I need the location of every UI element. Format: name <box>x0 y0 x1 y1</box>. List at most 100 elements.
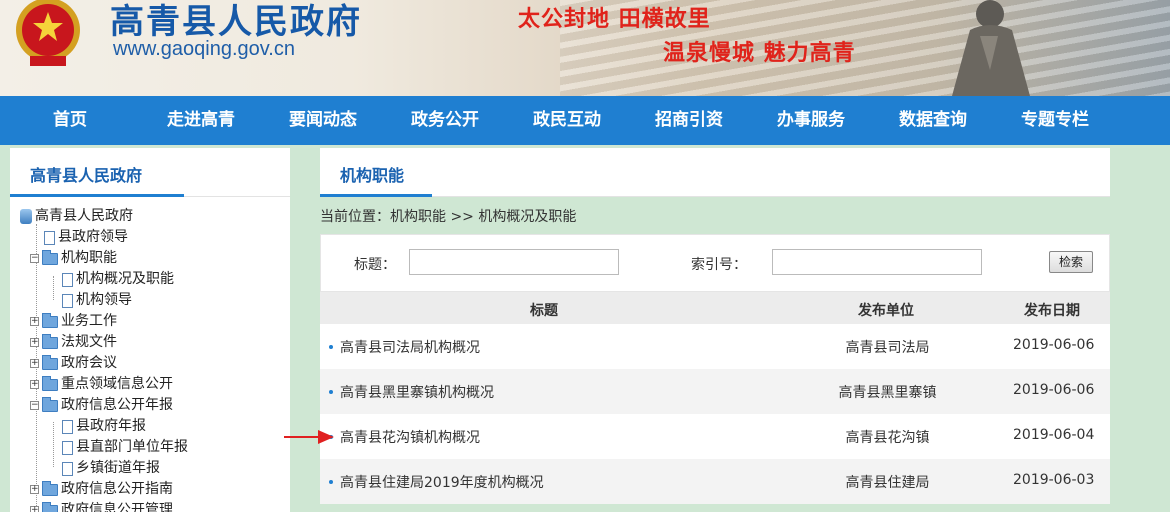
row-title-link[interactable]: 高青县司法局机构概况 <box>340 337 480 357</box>
tree-node-label: 法规文件 <box>61 334 117 350</box>
document-icon <box>62 440 73 455</box>
row-unit: 高青县黑里寨镇 <box>838 385 937 401</box>
expand-toggle-icon[interactable]: + <box>30 338 39 347</box>
index-search-input[interactable] <box>772 249 982 275</box>
expand-toggle-icon[interactable]: + <box>30 359 39 368</box>
row-date: 2019-06-06 <box>1013 337 1095 353</box>
table-row: 高青县花沟镇机构概况 高青县花沟镇 2019-06-04 <box>320 414 1110 459</box>
tree-node-meetings[interactable]: + 政府会议 <box>30 353 117 374</box>
site-header: 高青县人民政府 www.gaoqing.gov.cn 太公封地 田横故里 温泉慢… <box>0 0 1170 96</box>
folder-icon <box>42 375 58 391</box>
tree-node-dept-report[interactable]: 县直部门单位年报 <box>62 437 188 458</box>
breadcrumb: 当前位置：机构职能 >> 机构概况及职能 <box>320 209 577 225</box>
nav-item-about[interactable]: 走进高青 <box>140 96 262 145</box>
tree-node-label: 政府信息公开年报 <box>61 397 173 413</box>
national-emblem-icon <box>16 0 80 66</box>
folder-open-icon <box>42 396 58 412</box>
expand-toggle-icon[interactable]: + <box>30 485 39 494</box>
nav-item-home[interactable]: 首页 <box>0 96 140 145</box>
tree-node-label: 业务工作 <box>61 313 117 329</box>
sidebar: 高青县人民政府 高青县人民政府 县政府领导 − 机构职能 机构概况及职能 机构领… <box>10 148 290 512</box>
table-row: 高青县住建局2019年度机构概况 高青县住建局 2019-06-03 <box>320 459 1110 504</box>
tree-node-label: 县政府领导 <box>58 229 128 245</box>
tree-guide-line <box>53 422 54 467</box>
tree-node-org-functions[interactable]: − 机构职能 <box>30 248 117 269</box>
column-header-title: 标题 <box>530 303 558 319</box>
tree-node-label: 高青县人民政府 <box>35 208 133 224</box>
nav-item-interaction[interactable]: 政民互动 <box>506 96 628 145</box>
tree-node-label: 政府信息公开指南 <box>61 481 173 497</box>
table-header: 标题 发布单位 发布日期 <box>320 292 1110 324</box>
main-header: 机构职能 <box>320 148 1110 197</box>
tree-node-annual-reports[interactable]: − 政府信息公开年报 <box>30 395 173 416</box>
tree-node-key-areas[interactable]: + 重点领域信息公开 <box>30 374 173 395</box>
tree-node-label: 县政府年报 <box>76 418 146 434</box>
sidebar-title-underline <box>10 194 184 197</box>
row-unit: 高青县司法局 <box>845 340 930 356</box>
title-search-input[interactable] <box>409 249 619 275</box>
nav-item-services[interactable]: 办事服务 <box>750 96 872 145</box>
nav-item-investment[interactable]: 招商引资 <box>628 96 750 145</box>
folder-icon <box>42 501 58 512</box>
slogan-line-1: 太公封地 田横故里 <box>518 7 711 32</box>
nav-item-gov-affairs[interactable]: 政务公开 <box>384 96 506 145</box>
tree-node-label: 县直部门单位年报 <box>76 439 188 455</box>
main-title: 机构职能 <box>340 166 405 185</box>
row-title-link[interactable]: 高青县花沟镇机构概况 <box>340 427 480 447</box>
tree-node-label: 乡镇街道年报 <box>76 460 160 476</box>
document-icon <box>62 419 73 434</box>
table-row: 高青县黑里寨镇机构概况 高青县黑里寨镇 2019-06-06 <box>320 369 1110 414</box>
folder-icon <box>42 333 58 349</box>
search-button[interactable]: 检索 <box>1049 251 1093 273</box>
tree-node-root[interactable]: 高青县人民政府 <box>20 206 133 227</box>
tree-node-county-leaders[interactable]: 县政府领导 <box>44 227 128 248</box>
tree-node-org-overview[interactable]: 机构概况及职能 <box>62 269 174 290</box>
column-header-date: 发布日期 <box>1024 303 1080 319</box>
row-date: 2019-06-03 <box>1013 472 1095 488</box>
sidebar-title: 高青县人民政府 <box>30 166 143 185</box>
row-date: 2019-06-06 <box>1013 382 1095 398</box>
bullet-icon <box>329 480 333 484</box>
document-icon <box>62 461 73 476</box>
nav-item-news[interactable]: 要闻动态 <box>262 96 384 145</box>
folder-icon <box>42 312 58 328</box>
nav-item-data[interactable]: 数据查询 <box>872 96 994 145</box>
main-title-underline <box>320 194 432 197</box>
expand-toggle-icon[interactable]: + <box>30 380 39 389</box>
site-title[interactable]: 高青县人民政府 <box>110 0 362 43</box>
row-unit: 高青县住建局 <box>845 475 930 491</box>
bullet-icon <box>329 345 333 349</box>
tree-node-management[interactable]: + 政府信息公开管理 <box>30 500 173 512</box>
document-icon <box>62 272 73 287</box>
tree-node-org-leaders[interactable]: 机构领导 <box>62 290 132 311</box>
document-icon <box>62 293 73 308</box>
row-title-link[interactable]: 高青县黑里寨镇机构概况 <box>340 382 494 402</box>
tree-node-county-report[interactable]: 县政府年报 <box>62 416 146 437</box>
tree-node-town-report[interactable]: 乡镇街道年报 <box>62 458 160 479</box>
main-nav: 首页 走进高青 要闻动态 政务公开 政民互动 招商引资 办事服务 数据查询 专题… <box>0 96 1170 145</box>
tree-node-label: 重点领域信息公开 <box>61 376 173 392</box>
tree-node-label: 机构职能 <box>61 250 117 266</box>
row-title-link[interactable]: 高青县住建局2019年度机构概况 <box>340 472 544 492</box>
column-header-unit: 发布单位 <box>858 303 914 319</box>
expand-toggle-icon[interactable]: + <box>30 317 39 326</box>
expand-toggle-icon[interactable]: + <box>30 506 39 512</box>
red-arrow-icon <box>284 430 334 444</box>
tree-node-business[interactable]: + 业务工作 <box>30 311 117 332</box>
tree-node-label: 政府会议 <box>61 355 117 371</box>
table-row: 高青县司法局机构概况 高青县司法局 2019-06-06 <box>320 324 1110 369</box>
folder-icon <box>42 480 58 496</box>
row-date: 2019-06-04 <box>1013 427 1095 443</box>
tree-node-regulations[interactable]: + 法规文件 <box>30 332 117 353</box>
nav-item-special[interactable]: 专题专栏 <box>994 96 1116 145</box>
tree-node-label: 机构领导 <box>76 292 132 308</box>
slogan-line-2: 温泉慢城 魅力高青 <box>663 41 856 66</box>
collapse-toggle-icon[interactable]: − <box>30 401 39 410</box>
row-unit: 高青县花沟镇 <box>845 430 930 446</box>
tree-node-label: 机构概况及职能 <box>76 271 174 287</box>
tree-node-guide[interactable]: + 政府信息公开指南 <box>30 479 173 500</box>
root-node-icon <box>20 209 32 224</box>
statue-image <box>952 0 1030 96</box>
sidebar-header: 高青县人民政府 <box>10 148 290 197</box>
collapse-toggle-icon[interactable]: − <box>30 254 39 263</box>
